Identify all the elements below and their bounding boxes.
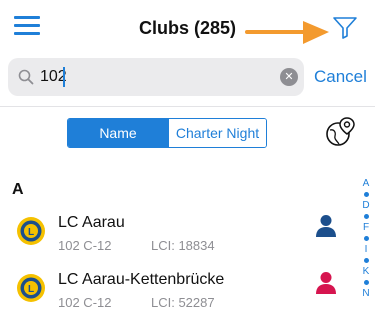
index-dot <box>363 236 369 241</box>
search-input[interactable] <box>40 66 275 88</box>
index-letter[interactable]: N <box>358 288 374 299</box>
index-letter[interactable]: A <box>358 178 374 189</box>
filter-funnel-icon[interactable] <box>332 14 358 40</box>
club-district: 102 C-12 <box>58 295 112 310</box>
club-row[interactable]: L LC Aarau 102 C-12 LCI: 18834 <box>0 208 350 264</box>
index-letter[interactable]: I <box>358 244 374 255</box>
segment-charter-night[interactable]: Charter Night <box>168 119 266 147</box>
navigation-bar: Clubs (285) <box>0 0 375 56</box>
alphabet-index[interactable]: A D F I K N <box>358 178 374 299</box>
clear-icon[interactable]: ✕ <box>280 68 298 86</box>
index-dot <box>363 280 369 285</box>
index-dot <box>363 192 369 197</box>
club-name: LC Aarau-Kettenbrücke <box>58 271 225 288</box>
svg-text:L: L <box>28 284 34 295</box>
text-cursor <box>63 67 65 87</box>
sort-segmented-control: Name Charter Night <box>67 118 267 148</box>
club-lci-number: LCI: 52287 <box>151 295 215 310</box>
index-letter[interactable]: F <box>358 222 374 233</box>
club-lci-number: LCI: 18834 <box>151 238 215 253</box>
index-dot <box>363 258 369 263</box>
svg-text:L: L <box>28 227 34 238</box>
index-letter[interactable]: K <box>358 266 374 277</box>
club-row[interactable]: L LC Aarau-Kettenbrücke 102 C-12 LCI: 52… <box>0 265 350 316</box>
annotation-arrow-icon <box>245 21 329 44</box>
index-dot <box>363 214 369 219</box>
lions-club-logo-icon: L <box>17 274 45 302</box>
person-icon <box>316 272 336 294</box>
club-district: 102 C-12 <box>58 238 112 253</box>
cancel-button[interactable]: Cancel <box>314 67 367 87</box>
search-field[interactable]: ✕ <box>8 58 304 96</box>
search-row: ✕ Cancel <box>0 58 375 98</box>
club-name: LC Aarau <box>58 214 125 231</box>
segment-name[interactable]: Name <box>68 119 168 147</box>
index-letter[interactable]: D <box>358 200 374 211</box>
search-icon <box>18 69 34 85</box>
globe-location-icon[interactable] <box>325 117 355 147</box>
section-header: A <box>12 181 24 198</box>
person-icon <box>316 215 336 237</box>
lions-club-logo-icon: L <box>17 217 45 245</box>
divider <box>0 106 375 107</box>
